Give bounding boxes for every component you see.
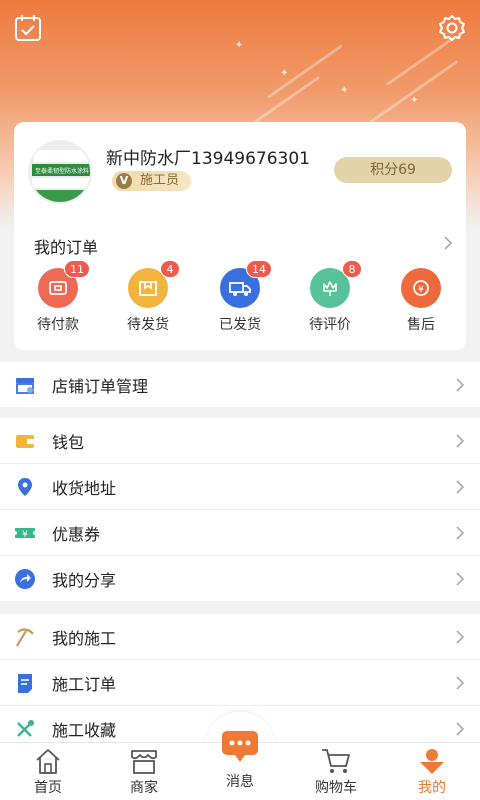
orders-more-chevron-icon[interactable]: [442, 234, 454, 256]
chevron-right-icon: [454, 524, 466, 546]
order-label: 售后: [407, 317, 435, 333]
chevron-right-icon: [454, 570, 466, 592]
tab-label: 购物车: [315, 780, 357, 796]
home-icon: [0, 743, 96, 775]
flower-review-icon: 8: [310, 260, 362, 308]
order-label: 待评价: [309, 317, 351, 333]
profile-card: 至泰柔韧型防水涂料 新中防水厂13949676301 V 施工员 积分69 我的…: [14, 122, 466, 350]
orders-title: 我的订单: [34, 238, 99, 257]
order-badge: 8: [342, 260, 362, 278]
chevron-right-icon: [454, 478, 466, 500]
avatar[interactable]: 至泰柔韧型防水涂料: [28, 140, 92, 204]
tab-messages[interactable]: 消息: [192, 731, 288, 800]
menu-share[interactable]: 我的分享: [0, 556, 480, 601]
tab-mine[interactable]: 我的: [384, 743, 480, 800]
tab-home[interactable]: 首页: [0, 743, 96, 800]
menu-label: 收货地址: [52, 478, 117, 498]
user-name: 新中防水厂13949676301: [106, 149, 310, 169]
chevron-right-icon: [454, 432, 466, 454]
order-pending-review[interactable]: 8 待评价: [294, 260, 366, 334]
message-chat-icon: [192, 725, 288, 765]
chevron-right-icon: [454, 376, 466, 398]
tools-icon: [14, 718, 36, 740]
menu-label: 店铺订单管理: [52, 376, 149, 396]
order-pending-payment[interactable]: 11 待付款: [22, 260, 94, 334]
menu-wallet[interactable]: 钱包: [0, 418, 480, 463]
menu-label: 优惠券: [52, 524, 101, 544]
verified-icon: V: [116, 173, 132, 189]
svg-text:¥: ¥: [22, 530, 28, 540]
location-pin-icon: [14, 476, 36, 498]
menu-store-orders[interactable]: 店铺订单管理: [0, 362, 480, 407]
role-label: 施工员: [140, 173, 180, 188]
order-label: 待发货: [127, 317, 169, 333]
order-badge: 11: [64, 260, 90, 278]
menu-label: 施工订单: [52, 674, 117, 694]
order-label: 已发货: [219, 317, 261, 333]
wallet-icon: [14, 430, 36, 452]
order-label: 待付款: [37, 317, 79, 333]
chevron-right-icon: [454, 674, 466, 696]
menu-address[interactable]: 收货地址: [0, 464, 480, 509]
tab-label: 我的: [418, 780, 446, 796]
wallet-card-icon: 11: [38, 260, 90, 308]
shop-icon: [96, 743, 192, 775]
calendar-checkin-icon[interactable]: [12, 12, 44, 44]
menu-coupon[interactable]: ¥ 优惠券: [0, 510, 480, 555]
document-icon: [14, 672, 36, 694]
delivery-truck-icon: 14: [220, 260, 272, 308]
menu-label: 施工收藏: [52, 720, 117, 740]
order-shipped[interactable]: 14 已发货: [204, 260, 276, 334]
share-arrow-icon: [14, 568, 36, 590]
store-icon: [14, 374, 36, 396]
chevron-right-icon: [454, 720, 466, 742]
order-badge: 4: [160, 260, 180, 278]
avatar-text: 至泰柔韧型防水涂料: [35, 167, 89, 175]
bottom-tab-bar: 首页 商家 消息 购物车 我的: [0, 731, 480, 800]
chevron-right-icon: [454, 628, 466, 650]
menu-construction[interactable]: 我的施工: [0, 614, 480, 659]
tab-label: 消息: [226, 774, 254, 790]
tab-label: 首页: [34, 780, 62, 796]
package-box-icon: 4: [128, 260, 180, 308]
points-button[interactable]: 积分69: [334, 157, 452, 183]
pickaxe-icon: [14, 626, 36, 648]
tab-cart[interactable]: 购物车: [288, 743, 384, 800]
tab-merchants[interactable]: 商家: [96, 743, 192, 800]
svg-text:¥: ¥: [418, 285, 424, 295]
order-after-sales[interactable]: ¥ 售后: [385, 268, 457, 334]
menu-label: 钱包: [52, 432, 85, 452]
tab-label: 商家: [130, 780, 158, 796]
shopping-cart-icon: [288, 743, 384, 775]
menu-construction-orders[interactable]: 施工订单: [0, 660, 480, 705]
order-pending-shipment[interactable]: 4 待发货: [112, 260, 184, 334]
refund-yen-icon: ¥: [401, 268, 441, 308]
order-badge: 14: [246, 260, 272, 278]
menu-label: 我的施工: [52, 628, 117, 648]
user-profile-icon: [384, 743, 480, 775]
menu-label: 我的分享: [52, 570, 117, 590]
settings-gear-icon[interactable]: [436, 12, 468, 44]
coupon-ticket-icon: ¥: [14, 522, 36, 544]
role-badge: V 施工员: [112, 171, 192, 191]
